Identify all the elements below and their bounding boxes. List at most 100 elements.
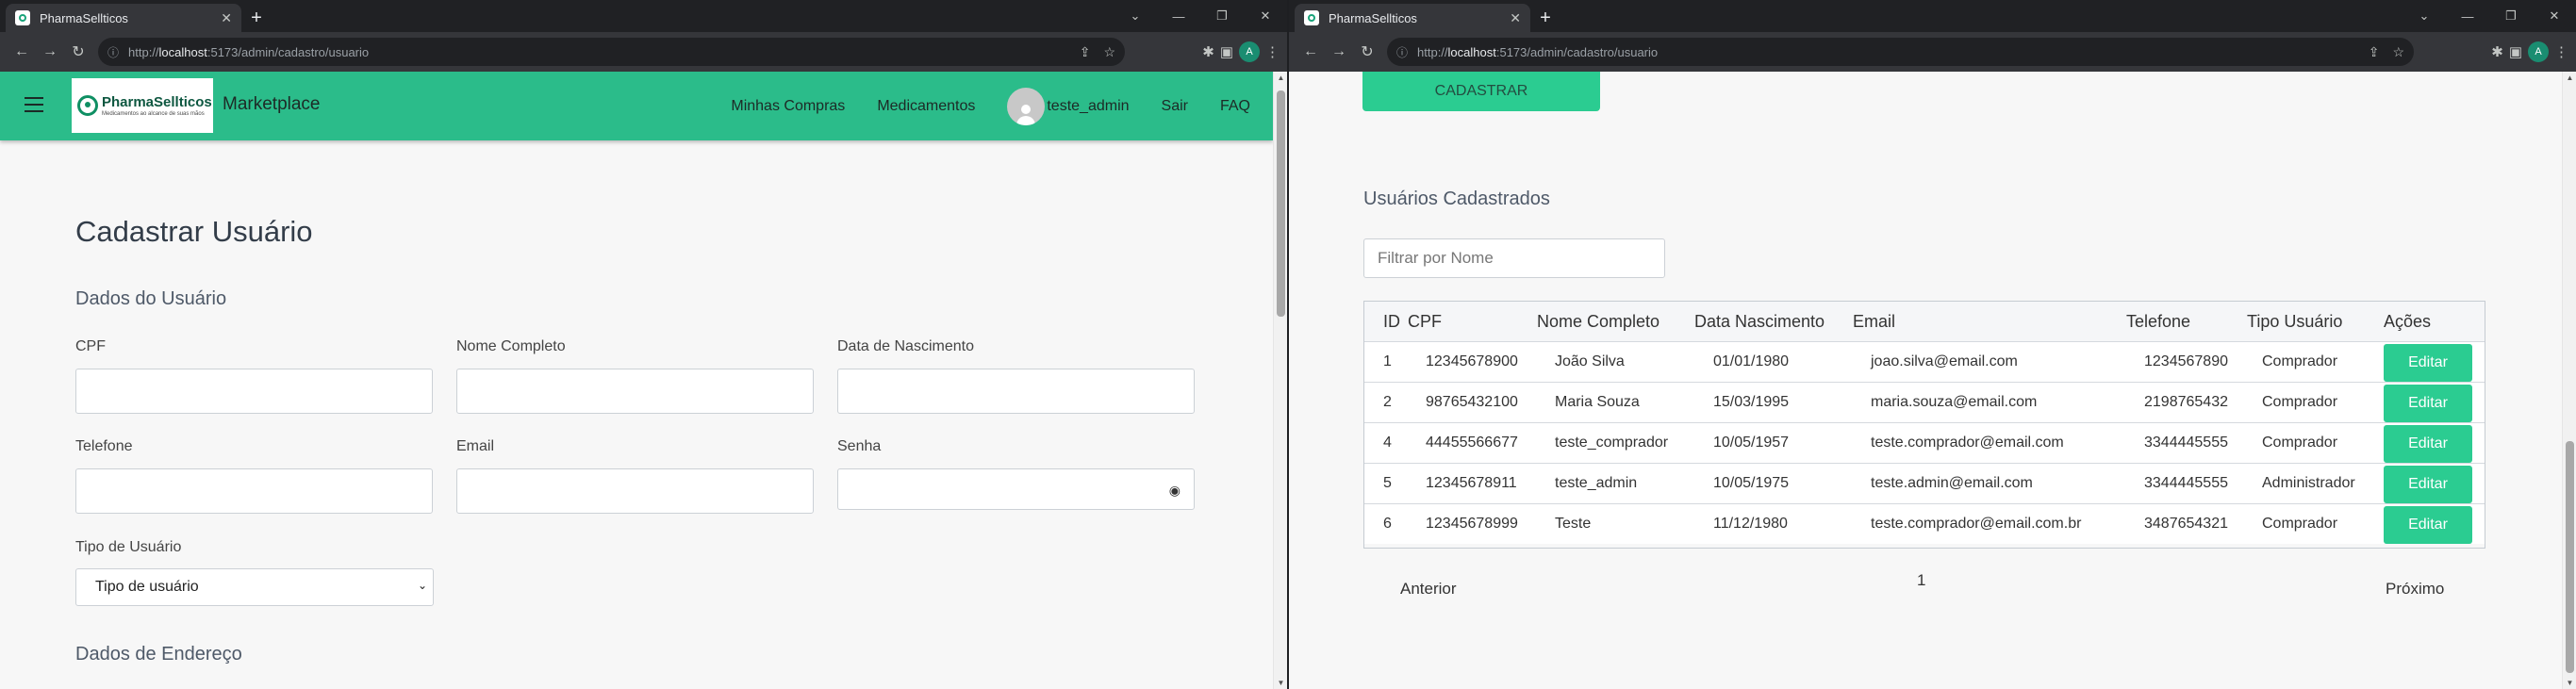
reload-icon[interactable]: ↻: [64, 38, 92, 66]
site-info-icon[interactable]: ⓘ: [1396, 44, 1408, 60]
col-cpf[interactable]: CPF: [1408, 312, 1442, 332]
close-window-icon[interactable]: ✕: [2533, 0, 2576, 32]
bookmark-star-icon[interactable]: ☆: [1103, 44, 1115, 60]
restore-icon[interactable]: ❐: [1200, 0, 1244, 32]
scroll-down-icon[interactable]: ▼: [1274, 679, 1287, 687]
page-title: Cadastrar Usuário: [75, 215, 313, 248]
address-bar[interactable]: ⓘ http://localhost:5173/admin/cadastro/u…: [98, 38, 1125, 66]
usuarios-title: Usuários Cadastrados: [1363, 189, 1550, 209]
col-nascimento[interactable]: Data Nascimento: [1694, 312, 1825, 332]
col-tipo[interactable]: Tipo Usuário: [2247, 312, 2342, 332]
senha-input[interactable]: ◉: [837, 468, 1195, 510]
browser-menu-icon[interactable]: ⋮: [1265, 43, 1280, 60]
nascimento-input[interactable]: [837, 369, 1195, 414]
cell-id: 5: [1383, 475, 1392, 491]
back-icon[interactable]: ←: [8, 38, 36, 66]
forward-icon[interactable]: →: [36, 38, 64, 66]
close-tab-icon[interactable]: ✕: [1510, 10, 1521, 26]
scroll-up-icon[interactable]: ▲: [1274, 74, 1287, 82]
edit-button[interactable]: Editar: [2384, 425, 2472, 463]
edit-button[interactable]: Editar: [2384, 466, 2472, 503]
share-icon[interactable]: ⇪: [2369, 44, 2380, 60]
show-password-icon[interactable]: ◉: [1169, 483, 1181, 499]
pagination-page[interactable]: 1: [1917, 571, 1925, 590]
cell-nascimento: 10/05/1957: [1713, 435, 1790, 451]
browser-toolbar: ← → ↻ ⓘ http://localhost:5173/admin/cada…: [1289, 32, 2576, 72]
tipo-label: Tipo de Usuário: [75, 539, 182, 555]
filter-name-input[interactable]: Filtrar por Nome: [1363, 238, 1665, 278]
browser-menu-icon[interactable]: ⋮: [2554, 43, 2568, 60]
forward-icon[interactable]: →: [1325, 38, 1353, 66]
hamburger-menu-icon[interactable]: [25, 97, 43, 112]
side-panel-icon[interactable]: ▣: [1220, 43, 1233, 60]
tab-search-icon[interactable]: ⌄: [1114, 0, 1157, 32]
minimize-icon[interactable]: —: [1157, 0, 1200, 32]
nome-input[interactable]: [456, 369, 814, 414]
minimize-icon[interactable]: —: [2446, 0, 2489, 32]
site-logo[interactable]: PharmaSellticos Medicamentos ao alcance …: [72, 78, 213, 133]
cell-nascimento: 10/05/1975: [1713, 475, 1790, 491]
pagination-next[interactable]: Próximo: [2386, 580, 2444, 599]
nav-minhas-compras[interactable]: Minhas Compras: [731, 98, 845, 115]
cell-cpf: 12345678900: [1426, 353, 1518, 369]
restore-icon[interactable]: ❐: [2489, 0, 2533, 32]
extensions-icon[interactable]: ✱: [1202, 43, 1214, 60]
nome-label: Nome Completo: [456, 338, 566, 354]
side-panel-icon[interactable]: ▣: [2509, 43, 2522, 60]
tipo-usuario-select[interactable]: Tipo de usuário ⌄: [75, 568, 434, 606]
scrollbar-thumb[interactable]: [2566, 441, 2574, 673]
cell-nascimento: 01/01/1980: [1713, 353, 1790, 369]
tab-title: PharmaSellticos: [40, 10, 128, 25]
cell-nome: Maria Souza: [1555, 394, 1640, 410]
pagination-prev[interactable]: Anterior: [1400, 580, 1457, 599]
table-row: 2 98765432100 Maria Souza 15/03/1995 mar…: [1364, 382, 2485, 422]
cell-tipo: Comprador: [2262, 516, 2338, 532]
page-scrollbar[interactable]: ▲ ▼: [2562, 72, 2576, 689]
share-icon[interactable]: ⇪: [1080, 44, 1091, 60]
telefone-input[interactable]: [75, 468, 433, 514]
email-input[interactable]: [456, 468, 814, 514]
nav-faq[interactable]: FAQ: [1220, 98, 1250, 115]
username: teste_admin: [1047, 97, 1130, 114]
cadastrar-button[interactable]: CADASTRAR: [1362, 72, 1600, 111]
col-id[interactable]: ID: [1383, 312, 1400, 332]
brand-title[interactable]: Marketplace: [223, 94, 321, 115]
site-info-icon[interactable]: ⓘ: [107, 44, 119, 60]
browser-tab[interactable]: PharmaSellticos ✕: [1295, 4, 1530, 32]
col-telefone[interactable]: Telefone: [2126, 312, 2190, 332]
url-host: localhost: [1447, 44, 1496, 59]
cpf-input[interactable]: [75, 369, 433, 414]
profile-avatar[interactable]: A: [2528, 41, 2549, 62]
close-tab-icon[interactable]: ✕: [221, 10, 232, 26]
cell-tipo: Administrador: [2262, 475, 2355, 491]
edit-button[interactable]: Editar: [2384, 385, 2472, 422]
user-menu[interactable]: teste_admin: [1007, 87, 1130, 125]
browser-toolbar: ← → ↻ ⓘ http://localhost:5173/admin/cada…: [0, 32, 1287, 72]
new-tab-button[interactable]: +: [243, 6, 270, 30]
new-tab-button[interactable]: +: [1532, 6, 1559, 30]
cell-email: teste.admin@email.com: [1871, 475, 2033, 491]
close-window-icon[interactable]: ✕: [1244, 0, 1287, 32]
nav-medicamentos[interactable]: Medicamentos: [877, 98, 975, 115]
nav-sair[interactable]: Sair: [1162, 98, 1188, 115]
address-bar[interactable]: ⓘ http://localhost:5173/admin/cadastro/u…: [1387, 38, 2414, 66]
reload-icon[interactable]: ↻: [1353, 38, 1381, 66]
profile-avatar[interactable]: A: [1239, 41, 1260, 62]
email-label: Email: [456, 438, 495, 454]
edit-button[interactable]: Editar: [2384, 344, 2472, 382]
edit-button[interactable]: Editar: [2384, 506, 2472, 544]
page-scrollbar[interactable]: ▲ ▼: [1273, 72, 1287, 689]
col-email[interactable]: Email: [1853, 312, 1895, 332]
browser-window-left: PharmaSellticos ✕ + ⌄ — ❐ ✕ ← → ↻ ⓘ http…: [0, 0, 1287, 689]
browser-tab[interactable]: PharmaSellticos ✕: [6, 4, 241, 32]
bookmark-star-icon[interactable]: ☆: [2392, 44, 2404, 60]
scrollbar-thumb[interactable]: [1277, 90, 1285, 317]
scroll-up-icon[interactable]: ▲: [2563, 74, 2576, 82]
back-icon[interactable]: ←: [1296, 38, 1325, 66]
col-acoes: Ações: [2384, 312, 2432, 331]
extensions-icon[interactable]: ✱: [2491, 43, 2503, 60]
col-nome[interactable]: Nome Completo: [1537, 312, 1660, 332]
scroll-down-icon[interactable]: ▼: [2563, 679, 2576, 687]
tab-search-icon[interactable]: ⌄: [2403, 0, 2446, 32]
browser-window-right: PharmaSellticos ✕ + ⌄ — ❐ ✕ ← → ↻ ⓘ http…: [1289, 0, 2576, 689]
